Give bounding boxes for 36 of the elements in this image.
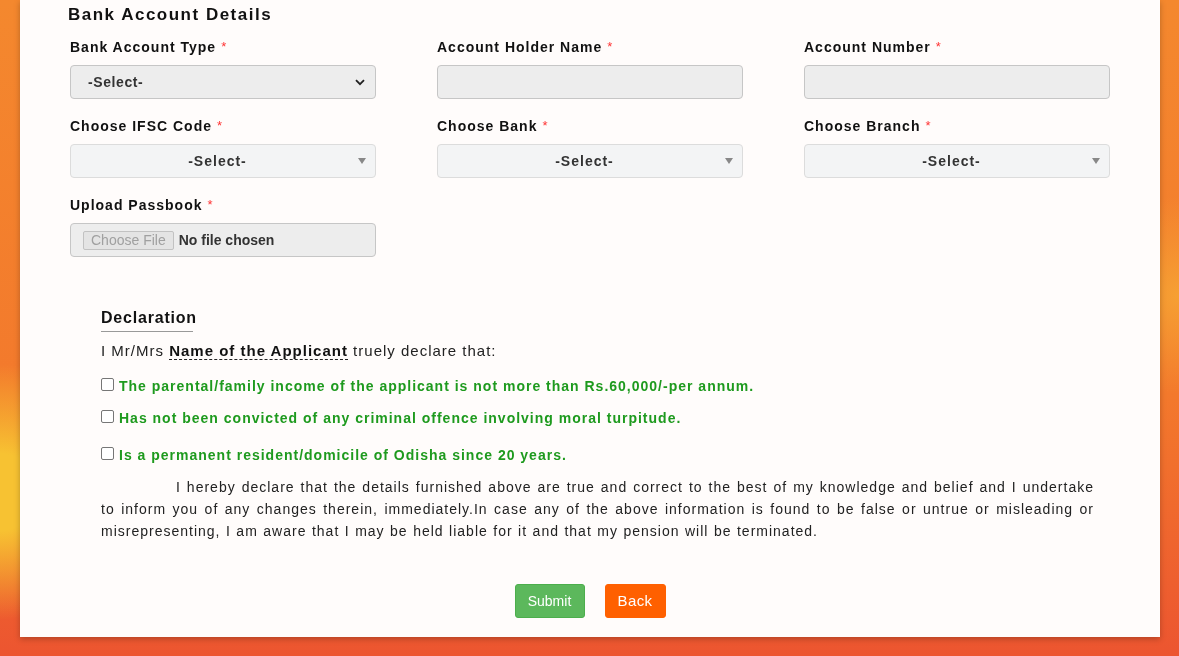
statement-text: Is a permanent resident/domicile of Odisha since 20 years.	[119, 445, 567, 465]
section-title: Bank Account Details	[68, 5, 274, 25]
required-mark: *	[925, 118, 931, 134]
dropdown-field[interactable]: -Select-	[70, 65, 376, 99]
required-mark: *	[221, 39, 227, 55]
file-status-text: No file chosen	[178, 230, 275, 250]
required-mark: *	[607, 39, 613, 55]
text-field[interactable]	[437, 65, 743, 99]
statement-text: Has not been convicted of any criminal offence involving moral turpitude.	[119, 408, 682, 428]
checkbox[interactable]	[101, 410, 114, 423]
field-label: Account Number	[804, 39, 931, 55]
dropdown-field[interactable]: -Select-	[70, 144, 376, 178]
required-mark: *	[217, 118, 223, 134]
field-label: Choose Bank	[437, 118, 538, 134]
required-mark: *	[207, 197, 213, 213]
field-label: Upload Passbook	[70, 197, 203, 213]
chevron-down-icon	[355, 78, 365, 86]
required-mark: *	[935, 39, 941, 55]
statement-text: The parental/family income of the applicant is not more than Rs.60,000/-per annum.	[119, 376, 755, 396]
field-label: Choose Branch	[804, 118, 921, 134]
checkbox[interactable]	[101, 447, 114, 460]
text-field[interactable]	[804, 65, 1110, 99]
checkbox[interactable]	[101, 378, 114, 391]
declaration-title: Declaration	[101, 308, 198, 328]
file-upload-field[interactable]: Choose File No file chosen	[70, 223, 376, 257]
field-label: Bank Account Type	[70, 39, 217, 55]
required-mark: *	[542, 118, 548, 134]
dropdown-field[interactable]: -Select-	[804, 144, 1110, 178]
field-label: Choose IFSC Code	[70, 118, 212, 134]
declaration-intro: I Mr/Mrs Name of the Applicant truely declare that:	[101, 342, 498, 360]
declaration-body: I hereby declare that the details furnished above are true and correct to the best of my knowledge and belief and I undertake to inform you of any changes therein, immediately.In case any of the above information is found to be false or untrue or misleading or misrepresenting, I am aware that I may be held liable for it and that my pension will be terminated.	[101, 478, 1094, 541]
triangle-down-icon	[725, 158, 733, 164]
triangle-down-icon	[1092, 158, 1100, 164]
field-label: Account Holder Name	[437, 39, 603, 55]
triangle-down-icon	[358, 158, 366, 164]
dropdown-field[interactable]: -Select-	[437, 144, 743, 178]
